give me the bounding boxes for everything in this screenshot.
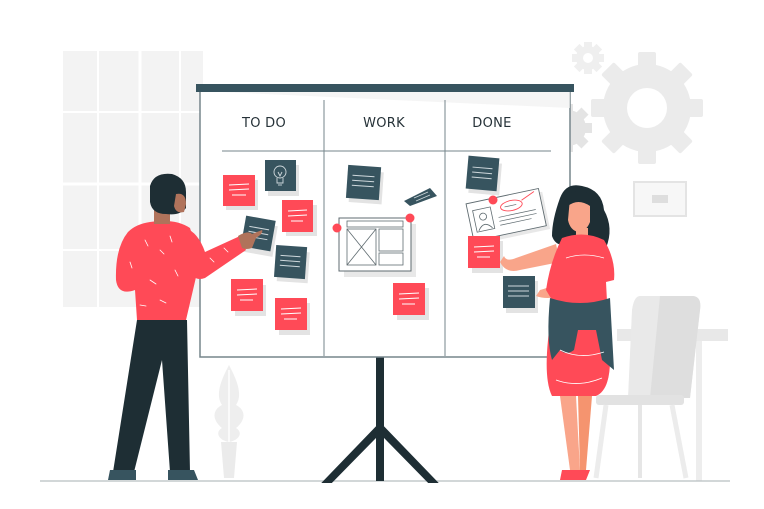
- sticky-note[interactable]: [275, 298, 310, 335]
- column-header-done: DONE: [472, 116, 511, 131]
- column-header-work: WORK: [363, 116, 405, 131]
- sticky-note-lightbulb[interactable]: [265, 160, 299, 196]
- board-stand: [321, 356, 439, 483]
- sticky-note-dark[interactable]: [273, 244, 310, 284]
- column-header-todo: TO DO: [241, 116, 286, 131]
- board-top-bar: [196, 84, 574, 92]
- sticky-note[interactable]: [282, 200, 317, 236]
- sticky-note[interactable]: [393, 283, 429, 320]
- chair: [593, 296, 701, 479]
- sticky-note[interactable]: [231, 279, 266, 316]
- wireframe-card[interactable]: [332, 213, 417, 278]
- gear-icon: [591, 52, 703, 164]
- plant-icon: [214, 365, 244, 478]
- sticky-note[interactable]: [223, 175, 258, 210]
- pin-icon: [332, 223, 342, 233]
- sticky-note-dark[interactable]: [345, 164, 384, 205]
- pin-icon: [488, 195, 498, 205]
- sticky-note[interactable]: [468, 236, 503, 273]
- sticky-note-dark[interactable]: [503, 276, 538, 313]
- gear-small-icon: [572, 42, 604, 74]
- wall-frame: [633, 181, 687, 217]
- pin-icon: [405, 213, 415, 223]
- kanban-illustration: TO DO WORK DONE: [40, 42, 730, 483]
- sticky-note-dark[interactable]: [465, 155, 502, 196]
